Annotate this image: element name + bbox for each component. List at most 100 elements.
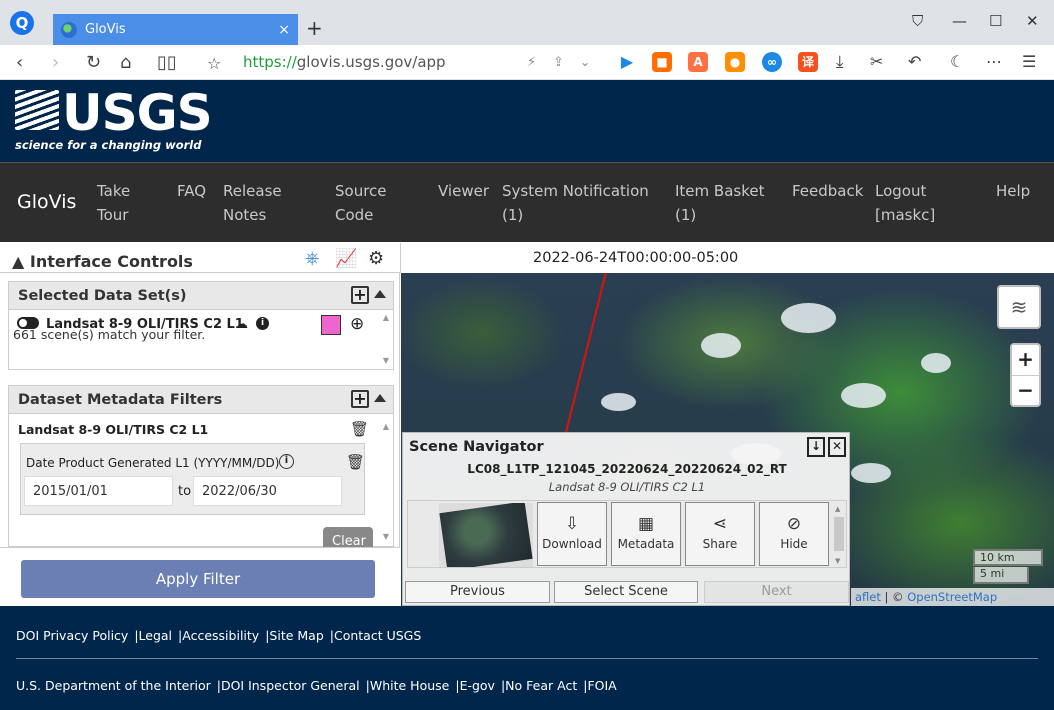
usgs-logo[interactable]: USGS science for a changing world — [15, 88, 213, 152]
nav-feedback[interactable]: Feedback — [792, 179, 863, 203]
layers-icon[interactable]: ≋ — [997, 285, 1041, 329]
download-arrow-icon[interactable]: ↓ — [807, 437, 825, 457]
back-icon[interactable]: ‹ — [16, 52, 23, 73]
nav-logout[interactable]: Logout [maskc] — [875, 179, 935, 227]
nav-viewer[interactable]: Viewer — [438, 179, 489, 203]
footer-link-white-house[interactable]: White House — [370, 678, 450, 693]
translate-extension-icon[interactable]: 译 — [798, 52, 818, 72]
map-attribution: aflet | © OpenStreetMap contributors — [851, 588, 1054, 606]
night-mode-icon[interactable]: ☾ — [950, 52, 964, 71]
usgs-wave-icon — [15, 90, 59, 130]
scene-scrollbar[interactable]: ▲ ▼ — [832, 503, 846, 567]
browser-tab-bar: Q GloVis × + ⛉ — ☐ ✕ — [0, 0, 1054, 45]
trash-icon[interactable]: 🗑 — [346, 453, 365, 471]
collapse-caret-icon[interactable] — [374, 394, 386, 402]
footer-link-egov[interactable]: E-gov — [460, 678, 495, 693]
home-icon[interactable]: ⌂ — [120, 52, 131, 73]
cloud-icon[interactable]: ☁ — [235, 317, 248, 332]
scroll-up-icon[interactable]: ▲ — [381, 422, 391, 431]
leaflet-link[interactable]: aflet — [855, 590, 881, 604]
filter-info-icon[interactable]: i — [279, 454, 294, 469]
footer-link-privacy[interactable]: DOI Privacy Policy — [16, 628, 128, 643]
footer-link-contact[interactable]: Contact USGS — [334, 628, 421, 643]
close-window-icon[interactable]: ✕ — [1026, 12, 1039, 30]
date-from-input[interactable]: 2015/01/01 — [24, 476, 173, 506]
scroll-thumb[interactable] — [834, 517, 844, 551]
date-to-input[interactable]: 2022/06/30 — [193, 476, 342, 506]
scroll-up-icon[interactable]: ▲ — [835, 505, 840, 513]
zoom-in-button[interactable]: + — [1012, 345, 1039, 375]
nav-item-basket[interactable]: Item Basket (1) — [675, 179, 764, 227]
scissors-icon[interactable]: ✂ — [870, 52, 883, 71]
nav-faq[interactable]: FAQ — [177, 179, 206, 203]
scroll-down-icon[interactable]: ▼ — [381, 356, 391, 365]
lightning-icon[interactable]: ⚡ — [527, 55, 536, 70]
scroll-up-icon[interactable]: ▲ — [381, 313, 391, 322]
undo-icon[interactable]: ↶ — [908, 52, 921, 71]
share-page-icon[interactable]: ⇪ — [553, 55, 564, 70]
hide-button[interactable]: ⊘ Hide — [759, 502, 829, 566]
add-filter-icon[interactable]: + — [351, 390, 369, 408]
footer-link-foia[interactable]: FOIA — [587, 678, 616, 693]
chart-icon[interactable]: 📈 — [335, 248, 357, 269]
translate-a-extension-icon[interactable]: A — [688, 52, 708, 72]
url-field[interactable]: https://glovis.usgs.gov/app — [243, 53, 446, 71]
more-icon[interactable]: ⋯ — [986, 52, 1002, 71]
next-scene-button[interactable]: Next — [704, 581, 849, 603]
minimize-icon[interactable]: — — [952, 12, 967, 30]
add-dataset-icon[interactable]: + — [351, 286, 369, 304]
download-button[interactable]: ⇩ Download — [537, 502, 607, 566]
game-extension-icon[interactable]: ● — [725, 52, 745, 72]
user-settings-icon[interactable]: ⚙ — [368, 248, 384, 269]
footer-link-sitemap[interactable]: Site Map — [269, 628, 323, 643]
osm-link[interactable]: OpenStreetMap — [907, 590, 997, 604]
zoom-out-button[interactable]: − — [1012, 375, 1039, 405]
globe-icon[interactable]: ⊕ — [350, 314, 364, 334]
scene-thumbnail[interactable] — [439, 503, 533, 567]
info-icon[interactable]: i — [256, 317, 269, 330]
nav-take-tour[interactable]: Take Tour — [97, 179, 130, 227]
new-tab-button[interactable]: + — [306, 16, 323, 40]
video-extension-icon[interactable]: ■ — [652, 52, 672, 72]
nav-logout-line1: Logout — [875, 182, 927, 200]
apply-filter-button[interactable]: Apply Filter — [21, 560, 375, 598]
browser-tab-glovis[interactable]: GloVis × — [53, 14, 298, 45]
app-brand[interactable]: GloVis — [17, 191, 76, 213]
pin-icon[interactable]: ⛉ — [912, 12, 923, 30]
reload-icon[interactable]: ↻ — [86, 52, 101, 73]
scroll-down-icon[interactable]: ▼ — [835, 557, 840, 565]
footer-links-row1: DOI Privacy Policy |Legal |Accessibility |S… — [16, 628, 422, 643]
menu-icon[interactable]: ☰ — [1022, 52, 1036, 71]
nav-source-code[interactable]: Source Code — [335, 179, 387, 227]
footer-link-doi[interactable]: U.S. Department of the Interior — [16, 678, 211, 693]
nav-help[interactable]: Help — [996, 179, 1030, 203]
infinity-extension-icon[interactable]: ∞ — [762, 52, 782, 72]
trash-icon[interactable]: 🗑 — [350, 420, 369, 438]
previous-scene-button[interactable]: Previous — [405, 581, 550, 603]
maximize-icon[interactable]: ☐ — [989, 12, 1002, 30]
forward-icon[interactable]: › — [52, 52, 59, 73]
footer-link-accessibility[interactable]: Accessibility — [182, 628, 259, 643]
play-extension-icon[interactable]: ▶ — [617, 52, 637, 72]
bookmark-star-icon[interactable]: ☆ — [207, 54, 221, 73]
close-icon[interactable]: ✕ — [828, 437, 846, 457]
interface-controls-header[interactable]: ▲ Interface Controls ⎈ 📈 ⚙ — [0, 243, 400, 273]
dataset-color-swatch[interactable] — [321, 315, 341, 335]
reader-icon[interactable]: ▯▯ — [157, 52, 177, 73]
collapse-caret-icon[interactable] — [374, 290, 386, 298]
footer-link-legal[interactable]: Legal — [139, 628, 173, 643]
clear-filter-button[interactable]: Clear — [323, 527, 373, 549]
cloud-cover — [781, 303, 836, 333]
share-button[interactable]: ⋖ Share — [685, 502, 755, 566]
tab-close-icon[interactable]: × — [278, 22, 290, 38]
nav-release-notes[interactable]: Release Notes — [223, 179, 282, 227]
metadata-button[interactable]: ▦ Metadata — [611, 502, 681, 566]
nav-system-notification[interactable]: System Notification (1) — [502, 179, 649, 227]
dropdown-chevron-icon[interactable]: ⌄ — [580, 55, 590, 69]
select-scene-button[interactable]: Select Scene — [554, 581, 698, 603]
scroll-down-icon[interactable]: ▼ — [381, 532, 391, 541]
download-icon[interactable]: ⤓ — [836, 52, 844, 72]
footer-link-no-fear-act[interactable]: No Fear Act — [505, 678, 577, 693]
steering-wheel-icon[interactable]: ⎈ — [305, 248, 319, 269]
footer-link-inspector-general[interactable]: DOI Inspector General — [221, 678, 360, 693]
